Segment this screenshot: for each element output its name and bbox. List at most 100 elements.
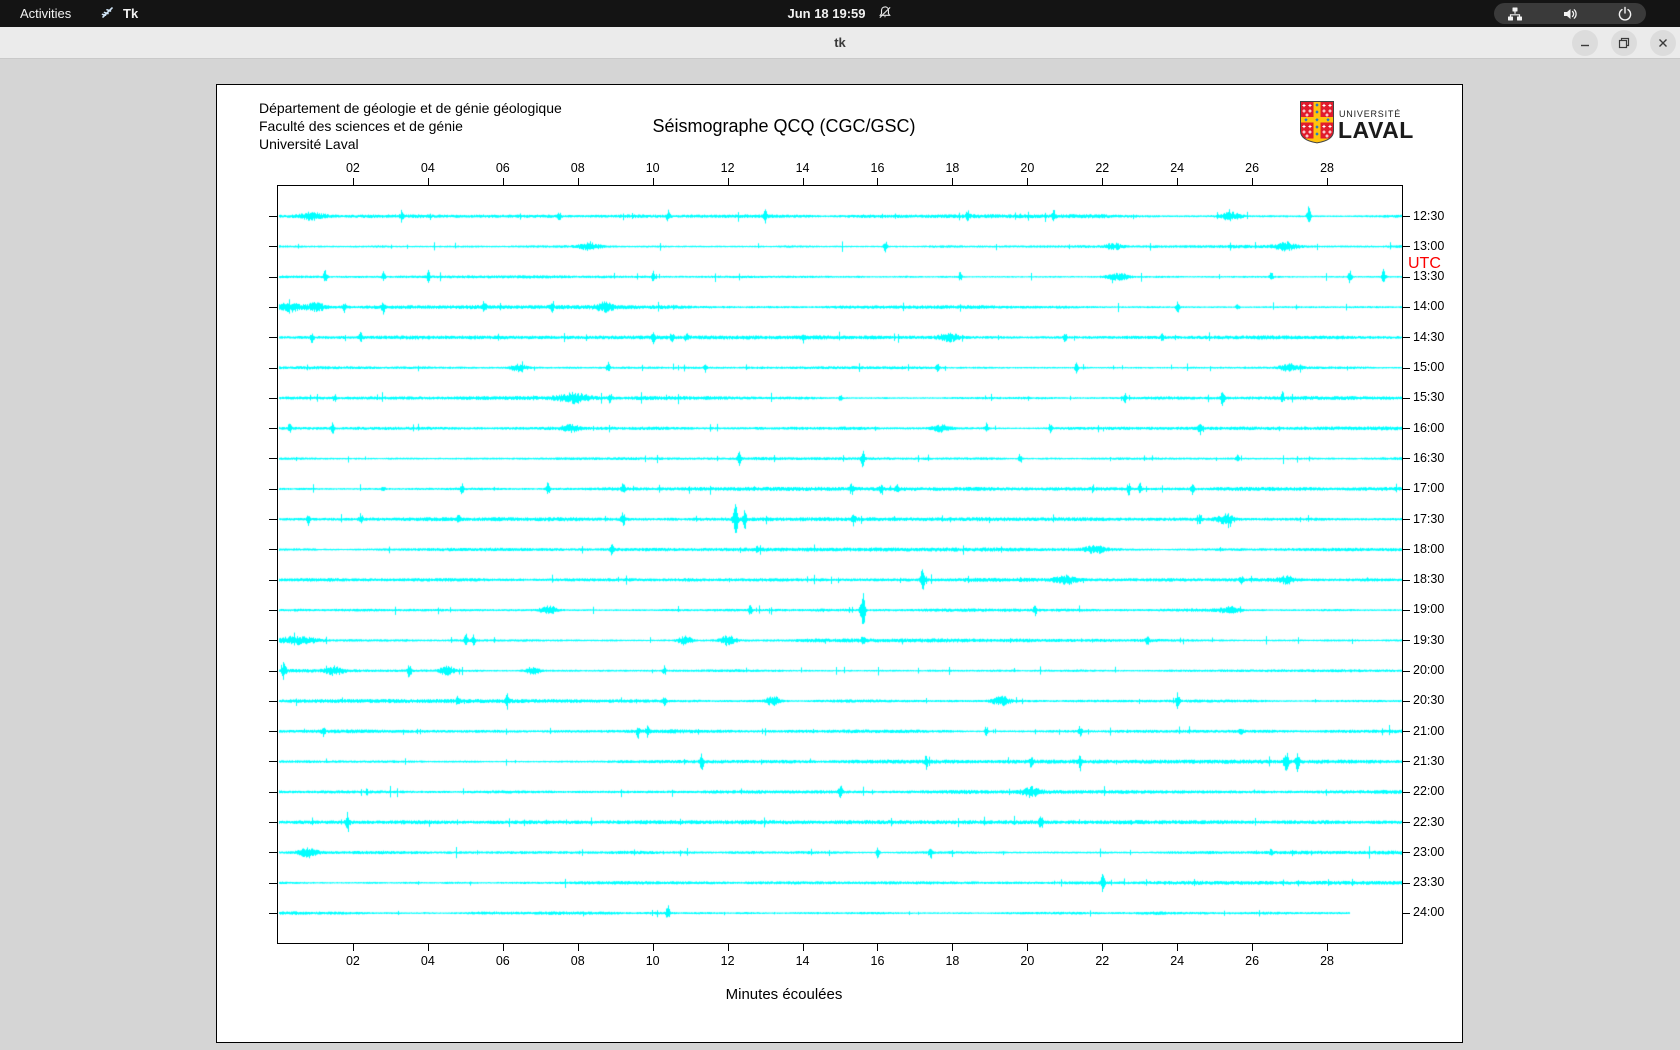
x-tick-label-bottom: 24 xyxy=(1170,954,1185,968)
x-tick-top xyxy=(1177,178,1179,185)
x-tick-bottom xyxy=(352,944,354,951)
window-title: tk xyxy=(834,35,846,50)
y-tick-left xyxy=(269,246,277,248)
y-tick-right xyxy=(1403,791,1410,793)
y-tick-label: 18:30 xyxy=(1413,572,1445,587)
x-tick-label-bottom: 06 xyxy=(495,954,510,968)
x-tick-label-top: 24 xyxy=(1170,161,1185,175)
x-tick-top xyxy=(1327,178,1329,185)
y-tick-label: 15:00 xyxy=(1413,360,1445,374)
tk-app-label: Tk xyxy=(123,6,139,21)
x-tick-label-top: 26 xyxy=(1245,161,1260,175)
laval-shield-icon xyxy=(1299,100,1335,144)
x-tick-label-bottom: 22 xyxy=(1095,954,1110,968)
x-tick-label-bottom: 04 xyxy=(420,954,435,968)
header-line-department: Département de géologie et de génie géol… xyxy=(259,100,562,116)
y-tick-label: 16:00 xyxy=(1413,420,1445,435)
y-tick-label: 14:00 xyxy=(1413,299,1445,314)
system-tray[interactable] xyxy=(1494,3,1646,24)
x-tick-top xyxy=(352,178,354,185)
x-tick-bottom xyxy=(577,944,579,951)
y-tick-right xyxy=(1403,367,1410,369)
y-tick-right xyxy=(1403,306,1410,308)
laval-logo: UNIVERSITÉ LAVAL xyxy=(1299,100,1449,146)
x-tick-bottom xyxy=(652,944,654,951)
y-tick-right xyxy=(1403,428,1410,430)
y-tick-left xyxy=(269,488,277,490)
x-tick-top xyxy=(802,178,804,185)
y-tick-label: 12:30 xyxy=(1413,208,1445,223)
desktop: Activities Tk Jun 18 19:59 tk Départemen… xyxy=(0,0,1680,1050)
x-tick-top xyxy=(1102,178,1104,185)
x-tick-top xyxy=(427,178,429,185)
x-tick-top xyxy=(502,178,504,185)
x-tick-bottom xyxy=(727,944,729,951)
y-tick-right xyxy=(1403,731,1410,733)
y-tick-left xyxy=(269,367,277,369)
y-tick-left xyxy=(269,822,277,823)
maximize-button[interactable] xyxy=(1611,30,1637,56)
y-tick-left xyxy=(269,882,277,884)
x-tick-bottom xyxy=(1177,944,1179,951)
volume-icon xyxy=(1562,6,1578,22)
header-line-faculty: Faculté des sciences et de génie xyxy=(259,118,463,134)
x-tick-bottom xyxy=(1102,944,1104,951)
x-tick-bottom xyxy=(802,944,804,951)
y-tick-right xyxy=(1403,609,1410,611)
y-tick-right xyxy=(1403,337,1410,339)
x-tick-label-bottom: 16 xyxy=(870,954,885,968)
y-tick-label: 18:00 xyxy=(1413,541,1445,556)
y-tick-label: 24:00 xyxy=(1413,905,1445,920)
y-tick-label: 19:30 xyxy=(1413,632,1445,647)
x-tick-label-bottom: 28 xyxy=(1320,954,1335,968)
close-icon xyxy=(1659,39,1667,47)
y-tick-right xyxy=(1403,882,1410,884)
y-tick-right xyxy=(1403,276,1410,278)
y-tick-left xyxy=(269,549,277,551)
close-button[interactable] xyxy=(1650,30,1676,56)
y-tick-left xyxy=(269,700,277,702)
y-tick-right xyxy=(1403,912,1410,914)
x-tick-label-top: 04 xyxy=(420,161,435,175)
y-tick-left xyxy=(269,670,277,672)
y-tick-label: 17:30 xyxy=(1413,511,1445,526)
x-tick-label-top: 14 xyxy=(795,161,810,175)
x-tick-bottom xyxy=(877,944,879,951)
x-tick-label-top: 02 xyxy=(345,161,360,175)
window-titlebar[interactable]: tk xyxy=(0,27,1680,59)
y-tick-right xyxy=(1403,216,1410,217)
y-tick-label: 13:00 xyxy=(1413,238,1445,253)
x-tick-top xyxy=(652,178,654,185)
x-tick-bottom xyxy=(502,944,504,951)
x-tick-label-top: 28 xyxy=(1320,161,1335,175)
x-tick-bottom xyxy=(1027,944,1029,951)
power-icon xyxy=(1617,6,1633,22)
seismo-canvas xyxy=(278,186,1402,943)
y-tick-left xyxy=(269,640,277,642)
y-tick-left xyxy=(269,337,277,339)
x-tick-label-bottom: 10 xyxy=(645,954,660,968)
activities-button[interactable]: Activities xyxy=(14,0,77,27)
y-tick-label: 22:30 xyxy=(1413,814,1445,829)
y-tick-right xyxy=(1403,640,1410,642)
network-icon xyxy=(1507,6,1523,22)
x-tick-top xyxy=(1027,178,1029,185)
x-tick-bottom xyxy=(952,944,954,951)
y-tick-left xyxy=(269,216,277,217)
y-tick-left xyxy=(269,276,277,278)
tk-window: Département de géologie et de génie géol… xyxy=(216,84,1463,1043)
minimize-button[interactable] xyxy=(1572,30,1598,56)
x-tick-bottom xyxy=(427,944,429,951)
clock-menu[interactable]: Jun 18 19:59 xyxy=(787,0,892,27)
y-tick-label: 20:30 xyxy=(1413,693,1445,708)
y-tick-right xyxy=(1403,519,1410,520)
y-tick-left xyxy=(269,731,277,733)
x-tick-label-top: 20 xyxy=(1020,161,1035,175)
focused-app-indicator[interactable]: Tk xyxy=(100,0,138,27)
y-tick-left xyxy=(269,912,277,914)
x-tick-label-bottom: 08 xyxy=(570,954,585,968)
y-tick-label: 16:30 xyxy=(1413,450,1445,465)
y-tick-label: 19:00 xyxy=(1413,602,1445,617)
x-tick-label-top: 12 xyxy=(720,161,735,175)
x-tick-label-bottom: 26 xyxy=(1245,954,1260,968)
